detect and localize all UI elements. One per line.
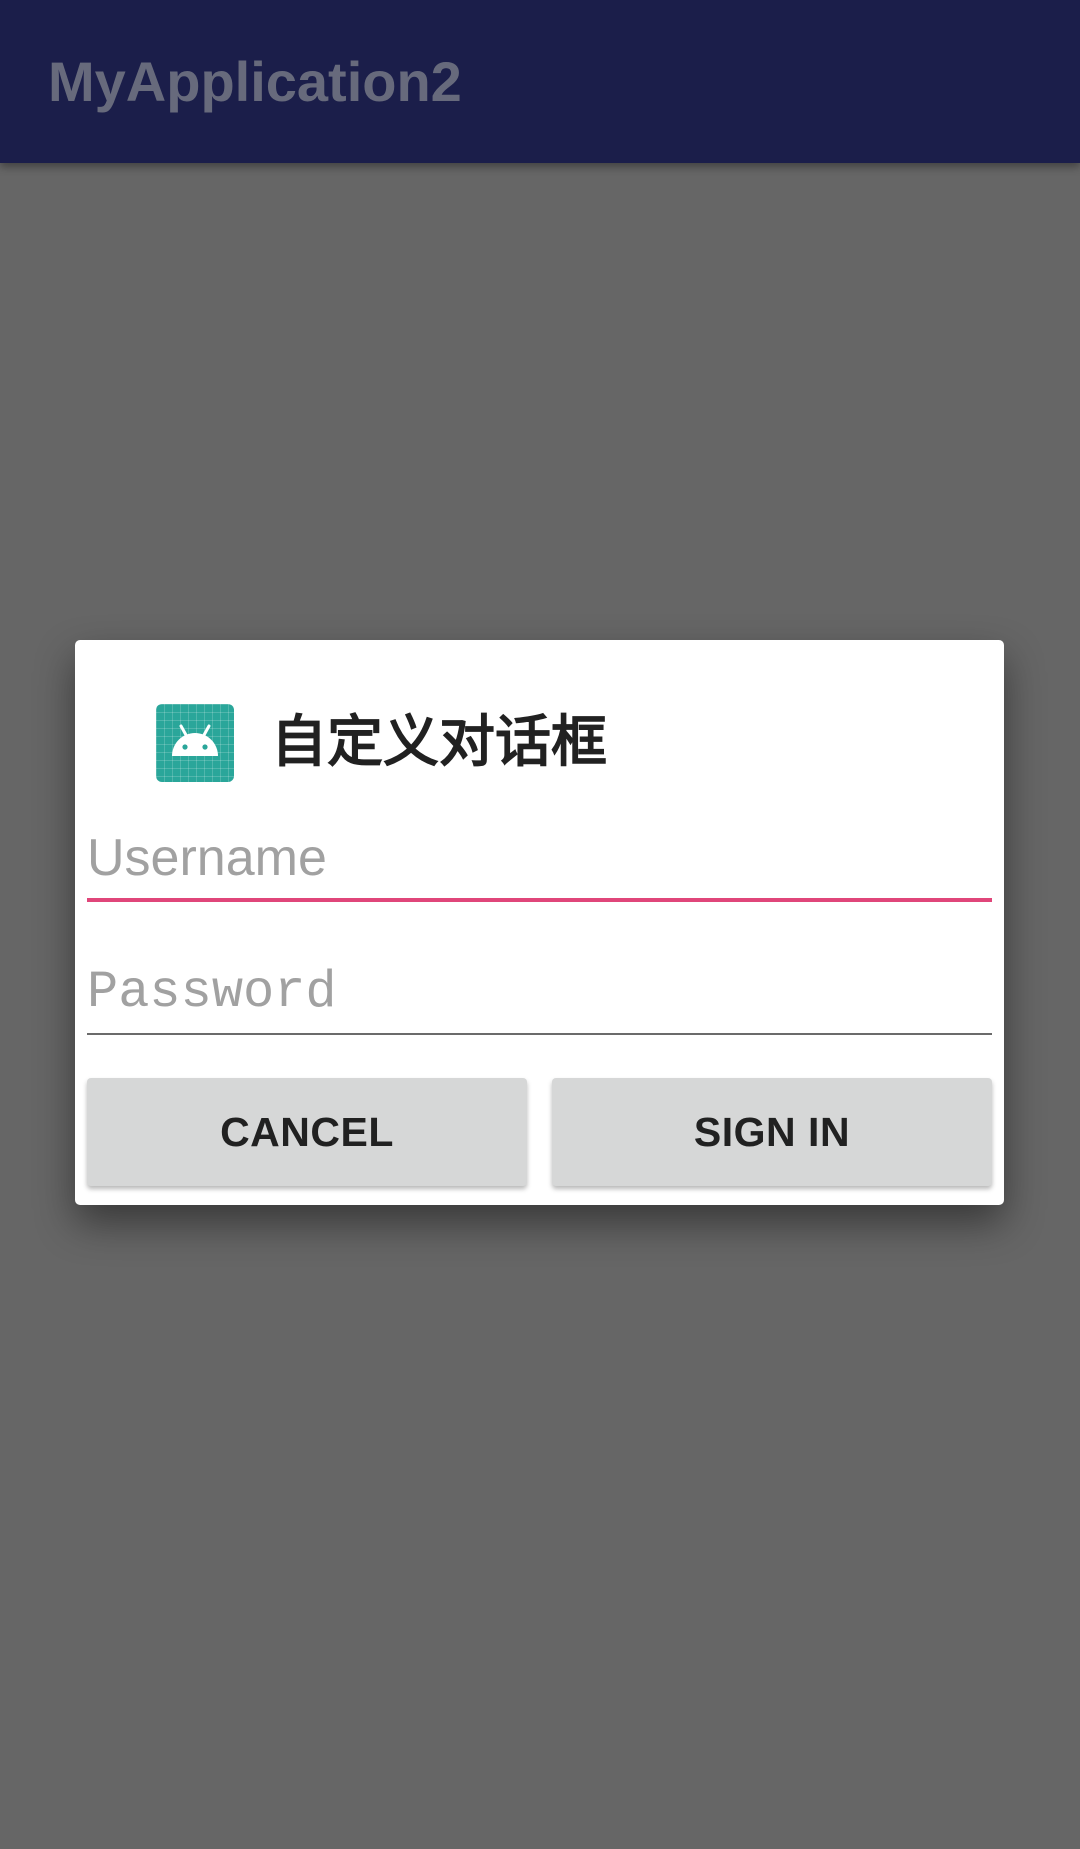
app-title: MyApplication2 <box>48 50 462 113</box>
cancel-button[interactable]: CANCEL <box>87 1078 527 1186</box>
dialog-title: 自定义对话框 <box>271 710 607 775</box>
android-app-icon <box>156 704 234 782</box>
username-underline <box>87 898 992 902</box>
app-bar: MyApplication2 <box>0 0 1080 163</box>
username-input[interactable]: Username <box>87 820 992 905</box>
sign-in-button[interactable]: SIGN IN <box>552 1078 992 1186</box>
password-placeholder: Password <box>87 963 337 1022</box>
screen: MyApplication2 自定义对话框 Username Password … <box>0 0 1080 1849</box>
username-placeholder: Username <box>87 829 327 887</box>
custom-dialog: 自定义对话框 Username Password CANCEL SIGN IN <box>75 640 1004 1205</box>
password-underline <box>87 1033 992 1035</box>
password-input[interactable]: Password <box>87 955 992 1040</box>
